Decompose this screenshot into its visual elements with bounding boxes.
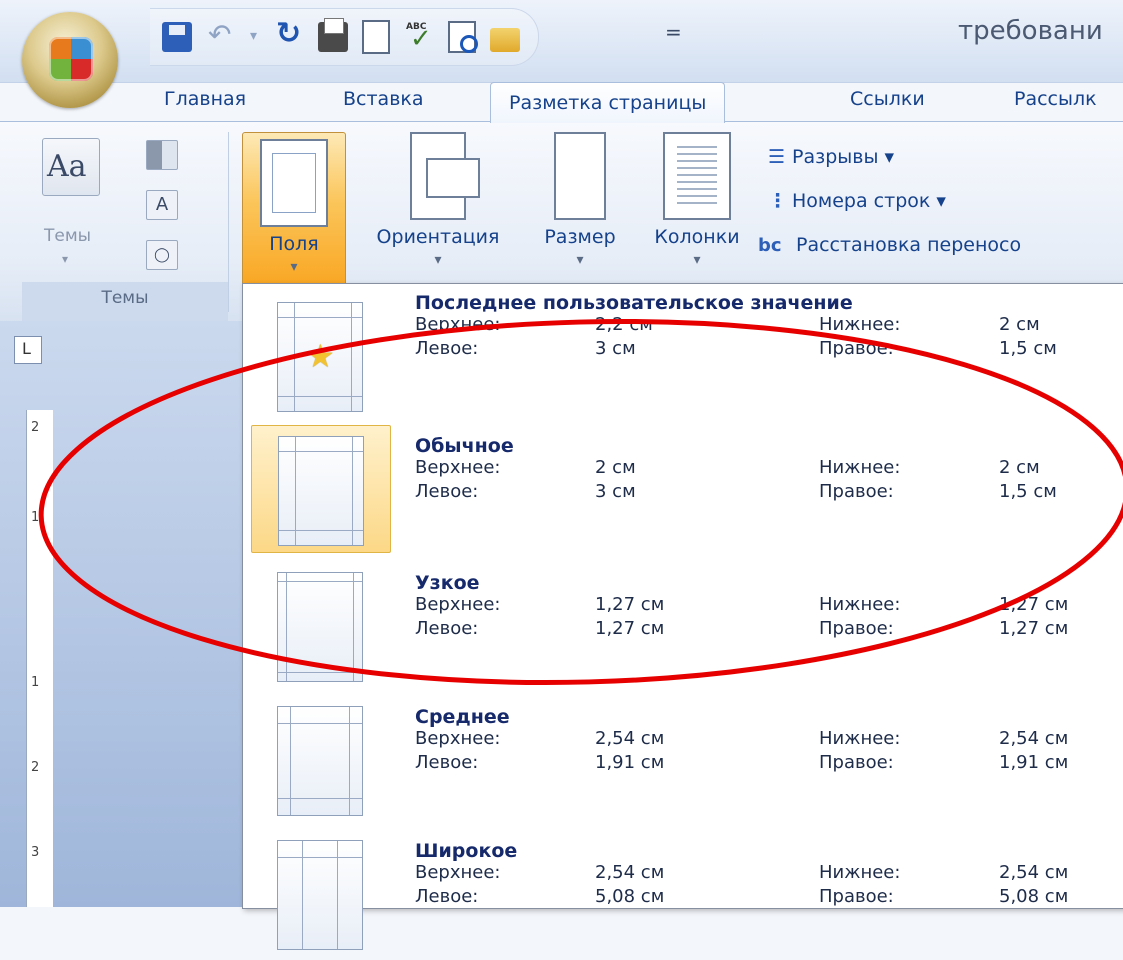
quick-access-toolbar [150,8,539,66]
tab-selector[interactable]: L [14,336,42,364]
preset-name: Среднее [415,706,510,728]
customize-qat-icon[interactable]: = [665,20,682,44]
line-numbers-button[interactable]: ⋮ Номера строк ▾ [768,190,1021,234]
preset-name: Узкое [415,572,480,594]
undo-icon[interactable] [206,18,236,52]
columns-button[interactable]: Колонки ▾ [638,132,756,268]
columns-label: Колонки [654,226,740,248]
tab-references[interactable]: Ссылки [850,88,925,110]
orientation-button[interactable]: Ориентация ▾ [348,132,528,268]
margin-preset-moderate[interactable]: Среднее Верхнее: 2,54 см Нижнее: 2,54 см Ле… [251,696,1111,826]
open-folder-icon[interactable] [490,28,520,52]
columns-icon [663,132,731,220]
preset-thumbnail [251,562,389,688]
print-preview-icon[interactable] [448,21,478,53]
themes-button-label[interactable]: Темы [44,226,91,246]
margins-button[interactable]: Поля ▾ [242,132,346,288]
office-logo-icon [49,37,93,81]
preset-name: Обычное [415,435,514,457]
themes-dropdown-icon[interactable]: ▾ [62,252,68,266]
tab-home[interactable]: Главная [164,88,246,110]
vertical-ruler[interactable]: 2 1 1 2 3 [26,410,53,907]
redo-icon[interactable] [274,16,304,52]
size-icon [554,132,606,220]
theme-fonts-icon[interactable]: A [146,190,178,220]
orientation-icon [410,132,480,220]
preset-thumbnail [251,830,389,956]
spelling-icon[interactable] [404,22,434,54]
ribbon-tabs: Главная Вставка Разметка страницы Ссылки… [0,82,1123,123]
themes-group: Aa Темы ▾ A ◯ Темы [22,128,228,324]
margin-preset-normal[interactable]: Обычное Верхнее: 2 см Нижнее: 2 см Левое: 3 … [251,425,1111,555]
theme-colors-icon[interactable] [146,140,178,170]
line-numbers-icon: ⋮ [768,190,787,212]
breaks-icon: ☰ [768,146,786,168]
size-button[interactable]: Размер ▾ [530,132,630,268]
office-button[interactable] [22,12,118,108]
ruler-tick: 3 [31,845,40,860]
ruler-tick: 2 [31,420,40,435]
document-title: требовани [958,16,1103,46]
preset-name: Широкое [415,840,518,862]
hyphenation-icon: bc [758,235,782,256]
print-icon[interactable] [318,18,348,52]
margins-label: Поля [269,233,319,255]
themes-icon[interactable]: Aa [42,138,100,196]
chevron-down-icon: ▾ [693,252,701,268]
chevron-down-icon: ▾ [434,252,442,268]
margins-icon [260,139,328,227]
preset-thumbnail [251,696,389,822]
preset-thumbnail [251,425,391,553]
title-bar: = требовани [0,0,1123,83]
star-icon: ★ [306,337,335,375]
undo-dropdown-icon[interactable] [250,22,260,52]
new-document-icon[interactable] [362,20,390,54]
ruler-tick: 1 [31,675,40,690]
ruler-tick: 1 [31,510,40,525]
tab-mailings[interactable]: Рассылк [1014,88,1097,110]
themes-group-caption: Темы [101,288,149,308]
group-separator [228,132,229,312]
chevron-down-icon: ▾ [290,259,298,275]
tab-insert[interactable]: Вставка [343,88,424,110]
margin-preset-wide[interactable]: Широкое Верхнее: 2,54 см Нижнее: 2,54 см Ле… [251,830,1111,960]
preset-name: Последнее пользовательское значение [415,292,853,314]
size-label: Размер [544,226,616,248]
preset-thumbnail: ★ [251,292,389,418]
tab-page-layout[interactable]: Разметка страницы [490,82,726,123]
save-icon[interactable] [162,22,192,52]
orientation-label: Ориентация [376,226,500,248]
theme-effects-icon[interactable]: ◯ [146,240,178,270]
ruler-tick: 2 [31,760,40,775]
margin-preset-narrow[interactable]: Узкое Верхнее: 1,27 см Нижнее: 1,27 см Лево… [251,562,1111,692]
chevron-down-icon: ▾ [576,252,584,268]
margins-gallery: ★ Последнее пользовательское значение Ве… [242,283,1123,950]
breaks-button[interactable]: ☰ Разрывы ▾ [768,146,1021,190]
margin-preset-last-custom[interactable]: ★ Последнее пользовательское значение Ве… [251,292,1111,422]
hyphenation-button[interactable]: bc Расстановка переносо [758,234,1021,278]
page-setup-small-commands: ☰ Разрывы ▾ ⋮ Номера строк ▾ bc Расстановка… [758,146,1021,278]
